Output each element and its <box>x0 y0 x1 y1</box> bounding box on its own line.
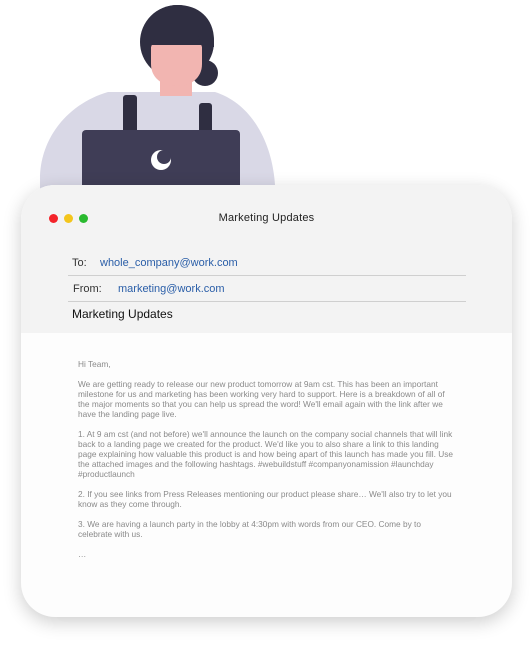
body-paragraph: We are getting ready to release our new … <box>78 379 445 419</box>
from-field[interactable]: From: marketing@work.com <box>68 277 466 302</box>
from-address[interactable]: marketing@work.com <box>118 283 225 295</box>
body-paragraph: 2. If you see links from Press Releases … <box>78 489 452 509</box>
email-subject: Marketing Updates <box>72 307 173 321</box>
body-ellipsis: … <box>78 549 87 559</box>
from-label: From: <box>73 283 102 295</box>
greeting: Hi Team, <box>78 359 111 369</box>
to-address[interactable]: whole_company@work.com <box>100 257 238 269</box>
body-paragraph: 3. We are having a launch party in the l… <box>78 519 421 539</box>
email-body[interactable]: Hi Team, We are getting ready to release… <box>78 359 453 569</box>
email-window: Marketing Updates To: whole_company@work… <box>21 185 512 617</box>
body-paragraph: 1. At 9 am cst (and not before) we'll an… <box>78 429 453 479</box>
email-header: Marketing Updates To: whole_company@work… <box>21 185 512 333</box>
to-label: To: <box>72 257 87 269</box>
to-field[interactable]: To: whole_company@work.com <box>68 251 466 276</box>
window-title: Marketing Updates <box>218 212 315 224</box>
person-with-laptop-illustration <box>40 5 275 192</box>
